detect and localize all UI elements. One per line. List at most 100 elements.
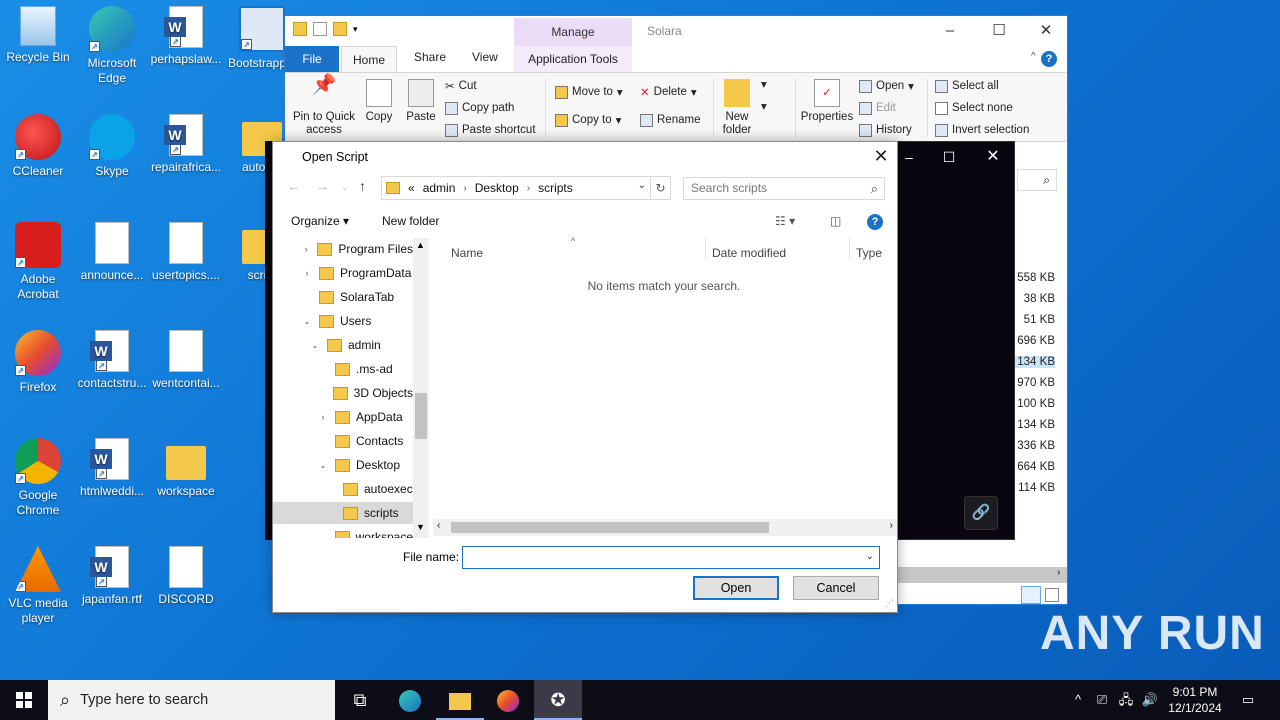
clock[interactable]: 9:01 PM 12/1/2024 — [1160, 684, 1230, 716]
desktop-icon[interactable]: ↗ japanfan.rtf — [74, 546, 150, 607]
column-header-date-modified[interactable]: Date modified — [712, 246, 786, 260]
new-folder-button[interactable]: New folder — [382, 214, 439, 228]
invert-selection-button[interactable]: Invert selection — [935, 119, 1029, 141]
search-icon[interactable]: ⌕ — [1017, 169, 1057, 191]
new-folder-button[interactable]: New folder — [719, 79, 755, 137]
breadcrumb-desktop[interactable]: Desktop — [475, 181, 519, 195]
horizontal-scrollbar[interactable]: ‹ › — [433, 519, 897, 536]
tree-item[interactable]: scripts — [273, 502, 413, 524]
rename-button[interactable]: Rename — [640, 109, 700, 131]
move-to-button[interactable]: Move to ▾ — [555, 81, 623, 103]
desktop-icon[interactable]: ↗ perhapslaw... — [148, 6, 224, 67]
tree-item[interactable]: workspace — [273, 526, 413, 538]
close-button[interactable]: ✕ — [865, 142, 897, 172]
scroll-down-icon[interactable]: ▼ — [416, 522, 425, 532]
collapse-ribbon-icon[interactable]: ^ — [1031, 51, 1036, 62]
refresh-icon[interactable]: ↻ — [650, 177, 670, 199]
chevron-down-icon[interactable]: ⌄ — [301, 316, 313, 327]
desktop-icon[interactable]: ↗ Google Chrome — [0, 438, 76, 518]
tree-item[interactable]: 3D Objects — [273, 382, 413, 404]
tab-manage[interactable]: Manage — [514, 18, 632, 46]
desktop-icon[interactable]: workspace — [148, 438, 224, 499]
file-name-input[interactable]: ⌄ — [462, 546, 880, 569]
paste-shortcut-button[interactable]: Paste shortcut — [445, 119, 536, 141]
cut-button[interactable]: ✂ Cut — [445, 75, 536, 97]
properties-icon[interactable] — [313, 22, 327, 36]
chevron-down-icon[interactable]: ⌄ — [317, 460, 329, 471]
delete-button[interactable]: ✕ Delete ▾ — [640, 81, 700, 103]
column-header-name[interactable]: Name — [451, 246, 483, 260]
file-explorer-icon[interactable] — [436, 680, 484, 720]
chevron-down-icon[interactable]: ⌄ — [638, 180, 646, 191]
column-separator[interactable] — [849, 238, 850, 260]
copy-path-button[interactable]: Copy path — [445, 97, 536, 119]
large-icons-view-icon[interactable] — [1045, 588, 1059, 602]
minimize-button[interactable]: – — [927, 16, 973, 46]
tab-file[interactable]: File — [285, 46, 339, 72]
desktop-icon[interactable]: ↗ htmlweddi... — [74, 438, 150, 499]
tree-item[interactable]: ⌄ admin — [273, 334, 413, 356]
tree-item[interactable]: .ms-ad — [273, 358, 413, 380]
tab-application-tools[interactable]: Application Tools — [514, 46, 632, 72]
scroll-up-icon[interactable]: ▲ — [416, 240, 425, 250]
search-input[interactable]: Search scripts ⌕ — [683, 177, 885, 200]
edit-button[interactable]: Edit — [859, 97, 914, 119]
navigation-tree[interactable]: › Program Files › ProgramData SolaraTab ⌄ User… — [273, 238, 429, 538]
desktop-icon[interactable]: ↗ Skype — [74, 114, 150, 179]
tree-item[interactable]: ⌄ Users — [273, 310, 413, 332]
attach-icon[interactable]: 🔗 — [964, 496, 998, 530]
desktop-icon[interactable]: ↗ VLC media player — [0, 546, 76, 626]
desktop-icon[interactable]: ↗ Adobe Acrobat — [0, 222, 76, 302]
open-button[interactable]: Open ▾ — [859, 75, 914, 97]
help-icon[interactable]: ? — [867, 214, 883, 230]
chevron-right-icon[interactable]: › — [301, 244, 311, 254]
chevron-right-icon[interactable]: › — [527, 183, 530, 194]
copy-button[interactable]: Copy — [363, 79, 395, 124]
chevron-down-icon[interactable]: ▾ — [353, 22, 358, 36]
file-list[interactable]: ^ Name Date modified Type No items match… — [431, 236, 897, 518]
task-view-icon[interactable]: ⧉ — [336, 680, 384, 720]
easy-access-icon[interactable]: ▾ — [761, 99, 767, 113]
organize-button[interactable]: Organize ▾ — [291, 214, 349, 228]
help-icon[interactable]: ? — [1041, 51, 1057, 67]
tree-item[interactable]: SolaraTab — [273, 286, 413, 308]
tab-view[interactable]: View — [472, 50, 498, 64]
chevron-right-icon[interactable]: › — [301, 268, 313, 278]
select-none-button[interactable]: Select none — [935, 97, 1029, 119]
folder-icon[interactable] — [293, 22, 307, 36]
forward-arrow-icon[interactable]: → — [315, 178, 329, 194]
edge-icon[interactable] — [386, 680, 434, 720]
column-separator[interactable] — [705, 238, 706, 260]
chevron-right-icon[interactable]: › — [317, 412, 329, 422]
desktop-icon[interactable]: ↗ Firefox — [0, 330, 76, 395]
scroll-right-icon[interactable]: › — [1057, 567, 1060, 578]
desktop-icon[interactable]: ↗ repairafrica... — [148, 114, 224, 175]
solara-window[interactable]: – ☐ ✕ 🔗 — [893, 141, 1015, 540]
taskbar-search[interactable]: ⌕ Type here to search — [48, 680, 335, 720]
desktop-icon[interactable]: DISCORD — [148, 546, 224, 607]
properties-button[interactable]: ✓ Properties — [799, 79, 855, 124]
new-item-icon[interactable]: ▾ — [761, 77, 767, 91]
show-hidden-icons[interactable]: ^ — [1068, 680, 1088, 720]
desktop-icon[interactable]: ↗ Microsoft Edge — [74, 6, 150, 86]
desktop-icon[interactable]: wentcontai... — [148, 330, 224, 391]
column-header-type[interactable]: Type — [856, 246, 882, 260]
tree-item[interactable]: › ProgramData — [273, 262, 413, 284]
notifications-icon[interactable]: ▭ — [1236, 680, 1260, 720]
desktop-icon[interactable]: ↗ CCleaner — [0, 114, 76, 179]
tab-home[interactable]: Home — [341, 46, 397, 73]
chevron-down-icon[interactable]: ⌄ — [866, 551, 874, 562]
chevron-right-icon[interactable]: › — [463, 183, 466, 194]
tree-item[interactable]: › AppData — [273, 406, 413, 428]
scroll-left-icon[interactable]: ‹ — [437, 520, 440, 531]
desktop-icon[interactable]: announce... — [74, 222, 150, 283]
preview-pane-icon[interactable]: ◫ — [830, 214, 841, 228]
resize-grip-icon[interactable]: ⋰ — [885, 598, 894, 609]
view-options-icon[interactable]: ☷ ▾ — [775, 214, 795, 228]
cancel-button[interactable]: Cancel — [793, 576, 879, 600]
maximize-button[interactable]: ☐ — [976, 16, 1022, 46]
tree-scrollbar[interactable]: ▲ ▼ — [413, 238, 429, 538]
horizontal-scrollbar[interactable] — [897, 567, 1067, 583]
copy-to-button[interactable]: Copy to ▾ — [555, 109, 623, 131]
pin-quick-access-button[interactable]: 📌 Pin to Quick access — [291, 75, 357, 137]
